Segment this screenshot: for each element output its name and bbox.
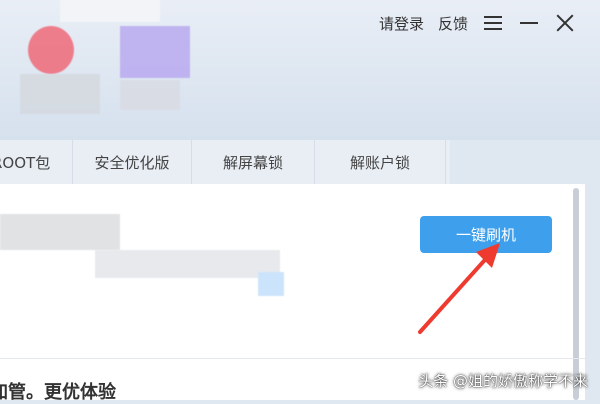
watermark: 头条 @姐的娇傲称学不来 <box>418 372 588 390</box>
divider <box>0 358 585 359</box>
minimize-icon[interactable] <box>518 12 540 34</box>
tab-bar: ROOT包 安全优化版 解屏幕锁 解账户锁 <box>0 140 450 185</box>
obscured-content-block <box>0 214 120 250</box>
obscured-title-block <box>60 0 160 22</box>
obscured-info-block <box>20 74 100 114</box>
obscured-content-block-2 <box>95 250 280 278</box>
obscured-info-block-2 <box>120 80 180 110</box>
scrollbar[interactable] <box>573 188 579 400</box>
tab-unlock-screen[interactable]: 解屏幕锁 <box>192 140 315 184</box>
tab-safe-optimized[interactable]: 安全优化版 <box>73 140 192 184</box>
obscured-avatar-block <box>120 26 190 78</box>
obscured-content-block-3 <box>258 272 284 296</box>
feedback-link[interactable]: 反馈 <box>438 13 468 34</box>
logo-icon <box>28 26 74 74</box>
one-click-flash-button[interactable]: 一键刷机 <box>420 216 552 253</box>
login-link[interactable]: 请登录 <box>379 13 424 34</box>
close-icon[interactable] <box>554 12 576 34</box>
menu-icon[interactable] <box>482 12 504 34</box>
section-title: 加管。更优体验 <box>0 382 116 403</box>
header-actions: 请登录 反馈 <box>379 12 576 34</box>
tab-unlock-account[interactable]: 解账户锁 <box>315 140 446 184</box>
tab-root-package[interactable]: ROOT包 <box>0 140 73 184</box>
app-header: 请登录 反馈 <box>0 0 600 140</box>
